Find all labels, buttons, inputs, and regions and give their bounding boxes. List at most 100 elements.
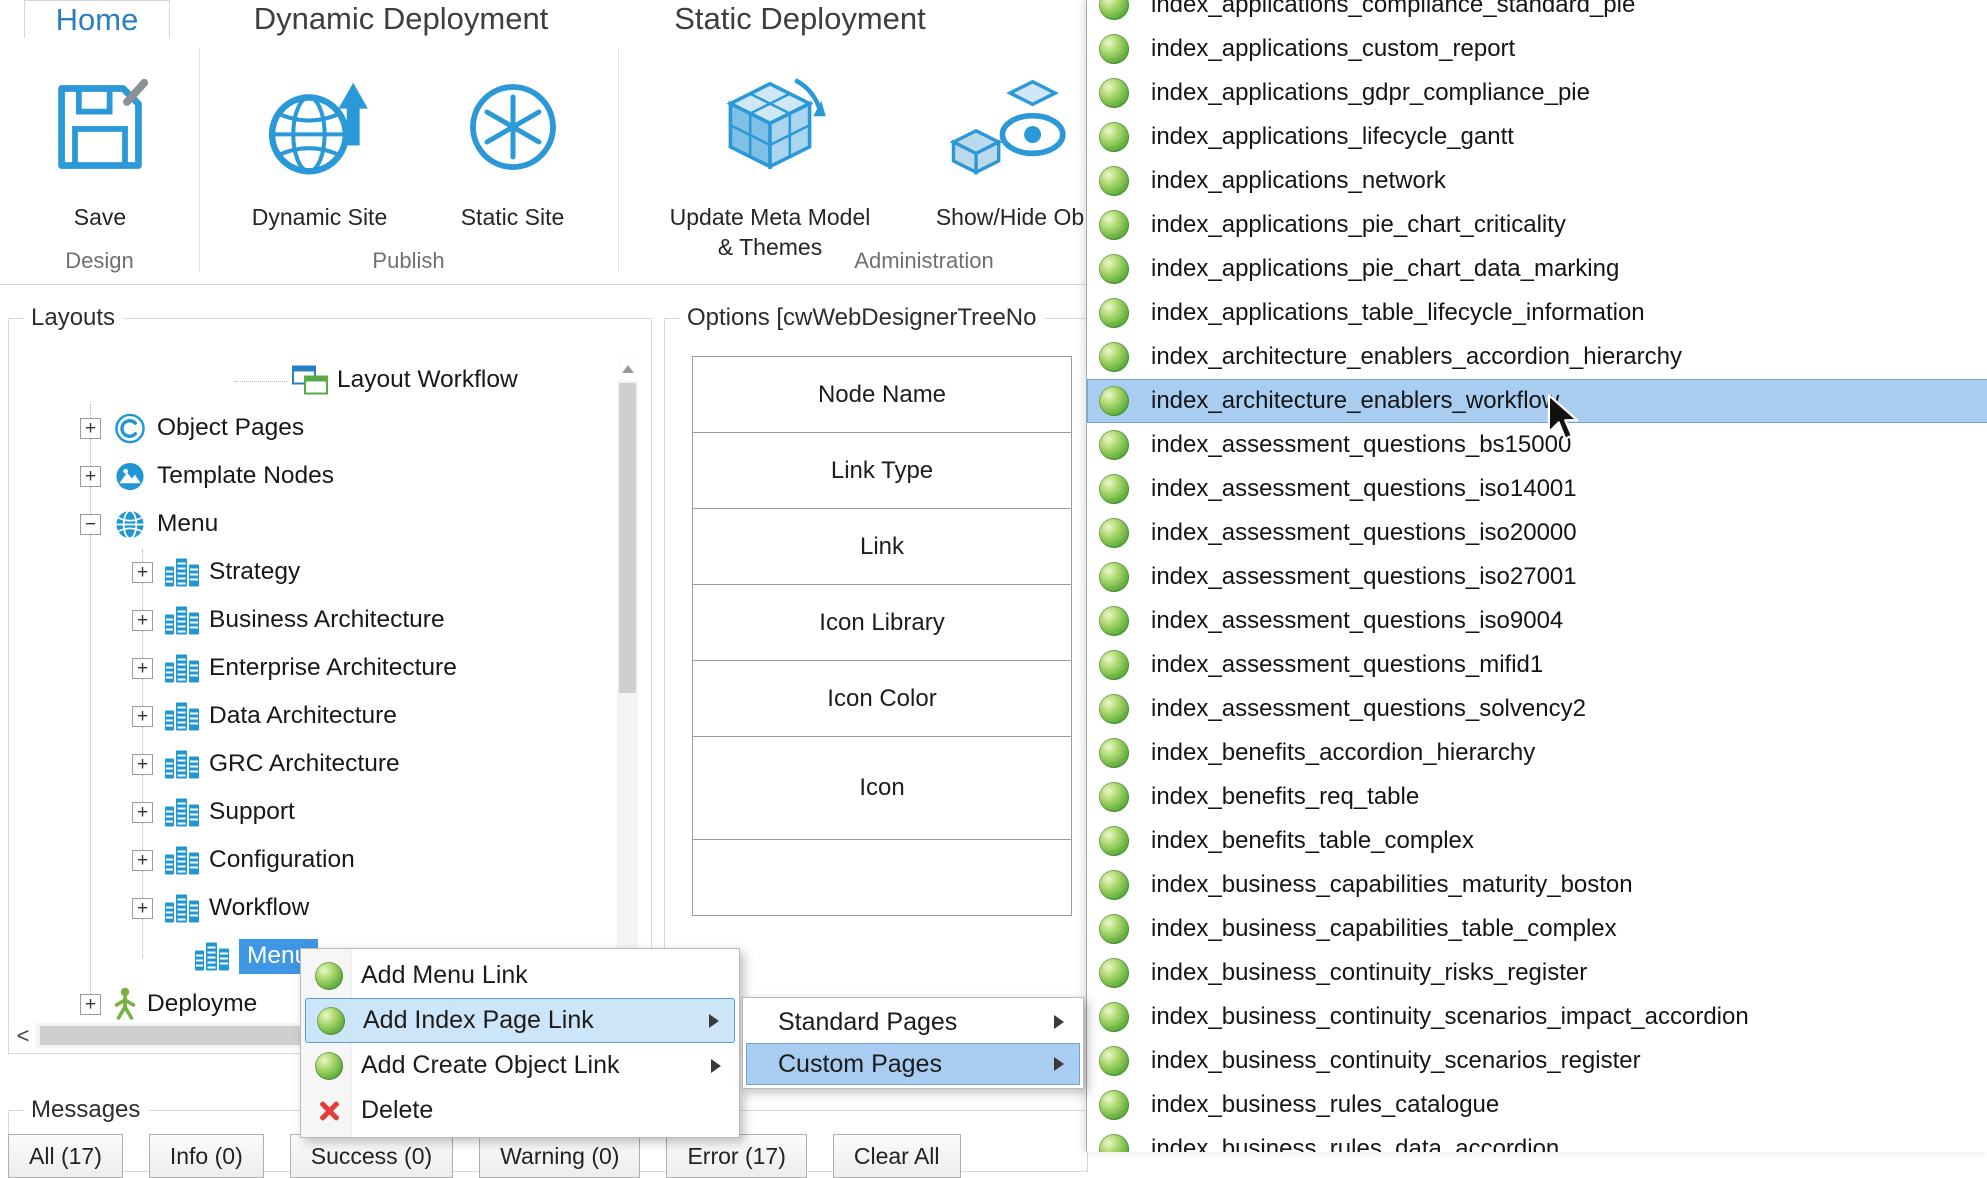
tree-item-label[interactable]: Configuration — [209, 846, 355, 874]
menu-item-add-create-object-link[interactable]: Add Create Object Link — [303, 1043, 737, 1088]
tree-item-label[interactable]: GRC Architecture — [209, 750, 400, 778]
tree-item-label[interactable]: Object Pages — [157, 414, 304, 442]
page-globe-icon — [1099, 694, 1129, 724]
tree-item-label[interactable]: Layout Workflow — [337, 366, 518, 394]
tree-item-label[interactable]: Strategy — [209, 558, 300, 586]
tree-item-label[interactable]: Enterprise Architecture — [209, 654, 457, 682]
page-list-item[interactable]: index_business_continuity_scenarios_regi… — [1087, 1039, 1987, 1083]
tree-item-enterprise-architecture[interactable]: + Enterprise Architecture — [10, 644, 614, 692]
page-list-item[interactable]: index_applications_network — [1087, 159, 1987, 203]
page-list-item[interactable]: index_business_rules_data_accordion — [1087, 1127, 1987, 1152]
tree-expand-toggle[interactable]: + — [132, 802, 153, 823]
page-list-item[interactable]: index_assessment_questions_iso9004 — [1087, 599, 1987, 643]
page-list-item[interactable]: index_benefits_req_table — [1087, 775, 1987, 819]
show-hide-button[interactable]: Show/Hide Ob — [905, 52, 1115, 232]
page-list-item[interactable]: index_assessment_questions_iso27001 — [1087, 555, 1987, 599]
page-list-item-label: index_business_continuity_scenarios_regi… — [1151, 1047, 1641, 1075]
tree-item-label[interactable]: Data Architecture — [209, 702, 397, 730]
vertical-scrollbar-thumb[interactable] — [619, 383, 636, 693]
static-site-button[interactable]: Static Site — [440, 52, 585, 232]
tree-item-workflow[interactable]: + Workflow — [10, 884, 614, 932]
tree-expand-toggle[interactable]: + — [132, 706, 153, 727]
page-list-item[interactable]: index_assessment_questions_iso14001 — [1087, 467, 1987, 511]
page-list-item-label: index_benefits_table_complex — [1151, 827, 1474, 855]
tree-expand-toggle[interactable]: + — [132, 754, 153, 775]
tree-item-label[interactable]: Workflow — [209, 894, 309, 922]
page-list-item[interactable]: index_business_rules_catalogue — [1087, 1083, 1987, 1127]
submenu-arrow-icon — [1054, 1015, 1064, 1029]
page-list-item[interactable]: index_applications_pie_chart_data_markin… — [1087, 247, 1987, 291]
page-list-item[interactable]: index_applications_table_lifecycle_infor… — [1087, 291, 1987, 335]
messages-tab-info[interactable]: Info (0) — [149, 1134, 264, 1178]
menu-item-delete[interactable]: Delete — [303, 1088, 737, 1133]
menu-item-add-index-page-link[interactable]: Add Index Page Link — [305, 998, 735, 1043]
page-list-item[interactable]: index_applications_pie_chart_criticality — [1087, 203, 1987, 247]
tab-dynamic-deployment[interactable]: Dynamic Deployment — [205, 0, 597, 38]
scroll-left-button[interactable]: < — [10, 1023, 36, 1048]
page-list-item[interactable]: index_benefits_table_complex — [1087, 819, 1987, 863]
page-list-item[interactable]: index_architecture_enablers_accordion_hi… — [1087, 335, 1987, 379]
tree-item-grc-architecture[interactable]: + GRC Architecture — [10, 740, 614, 788]
tree-item-data-architecture[interactable]: + Data Architecture — [10, 692, 614, 740]
page-list-item[interactable]: index_assessment_questions_solvency2 — [1087, 687, 1987, 731]
tree-item-strategy[interactable]: + Strategy — [10, 548, 614, 596]
deployment-person-icon — [112, 987, 138, 1021]
messages-tab-error[interactable]: Error (17) — [666, 1134, 806, 1178]
page-list-item[interactable]: index_assessment_questions_iso20000 — [1087, 511, 1987, 555]
tree-expand-toggle[interactable]: + — [132, 610, 153, 631]
save-button[interactable]: Save — [40, 52, 160, 232]
tree-vertical-scrollbar[interactable] — [617, 357, 638, 1009]
tree-expand-toggle[interactable]: + — [132, 898, 153, 919]
tree-expand-toggle[interactable]: + — [80, 994, 101, 1015]
tree-expand-toggle[interactable]: + — [132, 658, 153, 679]
page-list-item[interactable]: index_applications_compliance_standard_p… — [1087, 0, 1987, 27]
tree-expand-toggle[interactable]: + — [132, 850, 153, 871]
tree-item-object-pages[interactable]: + Object Pages — [10, 404, 614, 452]
tree-item-business-architecture[interactable]: + Business Architecture — [10, 596, 614, 644]
tree-item-label[interactable]: Deployme — [147, 990, 257, 1018]
page-list-item[interactable]: index_business_capabilities_maturity_bos… — [1087, 863, 1987, 907]
page-list-item[interactable]: index_architecture_enablers_workflow — [1087, 379, 1987, 423]
submenu-arrow-icon — [711, 1059, 721, 1073]
tree-item-label[interactable]: Menu — [157, 510, 218, 538]
page-list-item[interactable]: index_applications_gdpr_compliance_pie — [1087, 71, 1987, 115]
page-list-item[interactable]: index_business_capabilities_table_comple… — [1087, 907, 1987, 951]
page-list-item[interactable]: index_assessment_questions_bs15000 — [1087, 423, 1987, 467]
tree-item-label[interactable]: Business Architecture — [209, 606, 445, 634]
dynamic-site-label: Dynamic Site — [252, 202, 387, 232]
submenu-item-custom-pages[interactable]: Custom Pages — [746, 1043, 1080, 1085]
scroll-up-button[interactable] — [617, 357, 638, 381]
template-nodes-icon — [112, 461, 148, 492]
tree-item-template-nodes[interactable]: + Template Nodes — [10, 452, 614, 500]
building-icon — [194, 941, 230, 972]
menu-item-add-menu-link[interactable]: Add Menu Link — [303, 953, 737, 998]
dynamic-site-button[interactable]: Dynamic Site — [242, 52, 397, 232]
page-list-item[interactable]: index_business_continuity_risks_register — [1087, 951, 1987, 995]
page-list-item[interactable]: index_applications_custom_report — [1087, 27, 1987, 71]
messages-tab-warning[interactable]: Warning (0) — [479, 1134, 640, 1178]
page-list-item[interactable]: index_benefits_accordion_hierarchy — [1087, 731, 1987, 775]
tree-item-label[interactable]: Template Nodes — [157, 462, 334, 490]
page-list-item[interactable]: index_applications_lifecycle_gantt — [1087, 115, 1987, 159]
page-list-item[interactable]: index_business_continuity_scenarios_impa… — [1087, 995, 1987, 1039]
messages-tab-success[interactable]: Success (0) — [290, 1134, 453, 1178]
page-list-item[interactable]: index_assessment_questions_mifid1 — [1087, 643, 1987, 687]
messages-clear-all-button[interactable]: Clear All — [833, 1134, 961, 1178]
tree-expand-toggle[interactable]: + — [132, 562, 153, 583]
tab-home[interactable]: Home — [24, 0, 170, 39]
tree-collapse-toggle[interactable]: − — [80, 514, 101, 535]
tree-item-menu[interactable]: − Menu — [10, 500, 614, 548]
tab-static-deployment[interactable]: Static Deployment — [650, 0, 950, 38]
tree-expand-toggle[interactable]: + — [80, 466, 101, 487]
options-form: Node Name Link Type Link Icon Library Ic… — [692, 356, 1072, 916]
tree-item-configuration[interactable]: + Configuration — [10, 836, 614, 884]
update-meta-model-button[interactable]: Update Meta Model & Themes — [655, 52, 885, 262]
add-create-object-link-icon — [303, 1052, 355, 1080]
tree-item-layout-workflow[interactable]: Layout Workflow — [10, 356, 614, 404]
tree-item-support[interactable]: + Support — [10, 788, 614, 836]
layouts-panel-title: Layouts — [23, 304, 123, 332]
messages-tab-all[interactable]: All (17) — [8, 1134, 123, 1178]
tree-expand-toggle[interactable]: + — [80, 418, 101, 439]
submenu-item-standard-pages[interactable]: Standard Pages — [746, 1001, 1080, 1043]
tree-item-label[interactable]: Support — [209, 798, 295, 826]
